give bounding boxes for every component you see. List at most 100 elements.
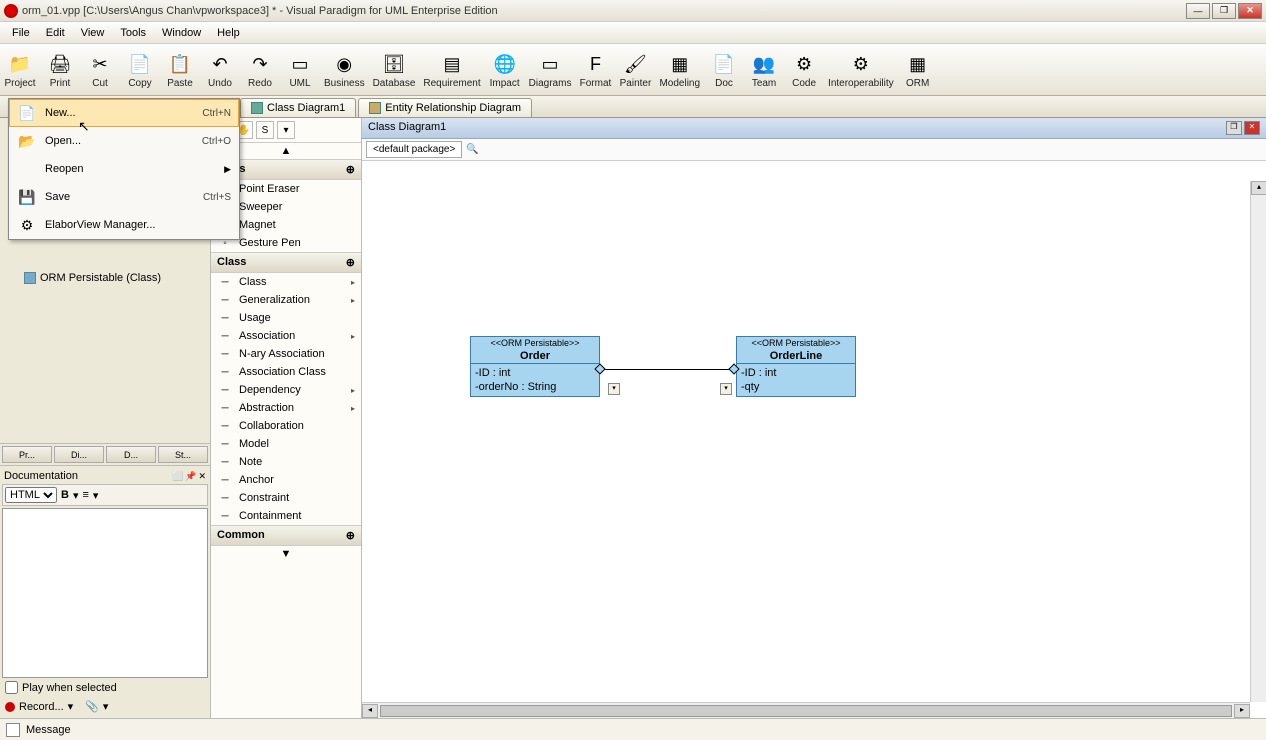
dropdown-icon[interactable]: ▾ [103, 700, 109, 713]
panel-tab-d[interactable]: D... [106, 446, 156, 463]
menu-edit[interactable]: Edit [38, 24, 73, 42]
toolbar-uml-button[interactable]: ▭UML [280, 44, 320, 95]
scroll-right-button[interactable]: ▸ [1234, 704, 1250, 718]
menu-item-label: Reopen [45, 163, 224, 175]
doc-format-select[interactable]: HTML [5, 487, 57, 503]
tree-item[interactable]: ORM Persistable (Class) [0, 270, 210, 286]
dropdown-icon[interactable]: ▾ [93, 489, 99, 502]
toolbar-doc-button[interactable]: 📄Doc [704, 44, 744, 95]
toolbar-diagrams-button[interactable]: ▭Diagrams [525, 44, 576, 95]
panel-tab-project[interactable]: Pr... [2, 446, 52, 463]
file-menu-new[interactable]: 📄 New... Ctrl+N [9, 99, 239, 127]
palette-usage[interactable]: ─Usage [211, 309, 361, 327]
toolbar-interoperability-button[interactable]: ⚙Interoperability [824, 44, 898, 95]
toolbar-requirement-button[interactable]: ▤Requirement [419, 44, 484, 95]
minimize-button[interactable]: — [1186, 3, 1210, 19]
panel-close-icon[interactable]: ✕ [198, 471, 206, 482]
expand-attrs-icon[interactable]: ▾ [608, 383, 620, 395]
panel-pin-icon[interactable]: ⬜ [172, 471, 183, 482]
toolbar-painter-button[interactable]: 🖌Painter [615, 44, 655, 95]
palette-class[interactable]: ─Class▸ [211, 273, 361, 291]
palette-constraint[interactable]: ─Constraint [211, 489, 361, 507]
file-menu-open[interactable]: 📂 Open... Ctrl+O [9, 127, 239, 155]
toolbar-business-button[interactable]: ◉Business [320, 44, 369, 95]
scroll-left-button[interactable]: ◂ [362, 704, 378, 718]
message-icon[interactable] [6, 723, 20, 737]
toolbar-print-button[interactable]: 🖨Print [40, 44, 80, 95]
toolbar-modeling-button[interactable]: ▦Modeling [655, 44, 704, 95]
canvas-close-button[interactable]: ✕ [1244, 121, 1260, 135]
file-menu-save[interactable]: 💾 Save Ctrl+S [9, 183, 239, 211]
toolbar-format-button[interactable]: FFormat [575, 44, 615, 95]
close-button[interactable]: ✕ [1238, 3, 1262, 19]
palette-model[interactable]: ─Model [211, 435, 361, 453]
toolbar-redo-button[interactable]: ↷Redo [240, 44, 280, 95]
file-menu-reopen[interactable]: Reopen ▶ [9, 155, 239, 183]
toolbar-team-button[interactable]: 👥Team [744, 44, 784, 95]
palette-note[interactable]: ─Note [211, 453, 361, 471]
panel-tab-st[interactable]: St... [158, 446, 208, 463]
tab-class-diagram[interactable]: Class Diagram1 [240, 98, 356, 117]
palette-anchor[interactable]: ─Anchor [211, 471, 361, 489]
palette-association-class[interactable]: ─Association Class [211, 363, 361, 381]
association-link[interactable] [600, 369, 736, 370]
palette-collaboration[interactable]: ─Collaboration [211, 417, 361, 435]
vertical-scrollbar[interactable]: ▴ [1250, 181, 1266, 702]
panel-pin-icon[interactable]: 📌 [185, 471, 196, 482]
record-label[interactable]: Record... [19, 701, 64, 713]
documentation-textarea[interactable] [2, 508, 208, 678]
file-menu-elaborviewmanager[interactable]: ⚙ ElaborView Manager... [9, 211, 239, 239]
scroll-up-button[interactable]: ▴ [1251, 181, 1266, 195]
palette-header-label: Class [217, 256, 246, 269]
uml-class-orderline[interactable]: <<ORM Persistable>> OrderLine -ID : int … [736, 336, 856, 397]
menu-file[interactable]: File [4, 24, 38, 42]
scroll-thumb[interactable] [380, 705, 1232, 717]
package-breadcrumb[interactable]: <default package> [366, 141, 462, 158]
toolbar-impact-button[interactable]: 🌐Impact [485, 44, 525, 95]
diagram-canvas[interactable]: <<ORM Persistable>> Order -ID : int -ord… [362, 161, 1266, 718]
play-checkbox[interactable] [5, 681, 18, 694]
expand-icon[interactable]: ⊕ [346, 256, 355, 269]
palette-common-header[interactable]: Common ⊕ [211, 525, 361, 546]
palette-n-ary-association[interactable]: ─N-ary Association [211, 345, 361, 363]
list-button[interactable]: ≡ [82, 489, 88, 501]
toolbar-paste-button[interactable]: 📋Paste [160, 44, 200, 95]
palette-dependency[interactable]: ─Dependency▸ [211, 381, 361, 399]
uml-class-order[interactable]: <<ORM Persistable>> Order -ID : int -ord… [470, 336, 600, 397]
expand-icon[interactable]: ⊕ [346, 163, 355, 176]
toolbar-orm-button[interactable]: ▦ORM [898, 44, 938, 95]
dropdown-icon[interactable]: ▾ [277, 121, 295, 139]
palette-association[interactable]: ─Association▸ [211, 327, 361, 345]
toolbar-project-button[interactable]: 📁Project [0, 44, 40, 95]
menu-view[interactable]: View [73, 24, 113, 42]
stereotype: <<ORM Persistable>> [737, 337, 855, 349]
down-arrow-icon[interactable]: ▼ [281, 548, 292, 560]
palette-class-header[interactable]: Class ⊕ [211, 252, 361, 273]
menu-help[interactable]: Help [209, 24, 248, 42]
tab-er-diagram[interactable]: Entity Relationship Diagram [358, 98, 532, 117]
bold-button[interactable]: B [61, 489, 69, 501]
palette-generalization[interactable]: ─Generalization▸ [211, 291, 361, 309]
menu-window[interactable]: Window [154, 24, 209, 42]
expand-attrs-icon[interactable]: ▾ [720, 383, 732, 395]
attach-icon[interactable]: 📎 [85, 700, 99, 713]
redo-icon: ↷ [246, 50, 274, 78]
toolbar-copy-button[interactable]: 📄Copy [120, 44, 160, 95]
toolbar-database-button[interactable]: 🗄Database [369, 44, 420, 95]
canvas-maximize-button[interactable]: ❐ [1226, 121, 1242, 135]
search-icon[interactable]: 🔍 [466, 144, 478, 155]
toolbar-cut-button[interactable]: ✂Cut [80, 44, 120, 95]
panel-tab-diagram[interactable]: Di... [54, 446, 104, 463]
palette-abstraction[interactable]: ─Abstraction▸ [211, 399, 361, 417]
palette-containment[interactable]: ─Containment [211, 507, 361, 525]
dropdown-icon[interactable]: ▾ [68, 700, 74, 713]
dropdown-icon[interactable]: ▾ [73, 489, 79, 502]
menu-tools[interactable]: Tools [112, 24, 154, 42]
toolbar-undo-button[interactable]: ↶Undo [200, 44, 240, 95]
up-arrow-icon[interactable]: ▲ [281, 145, 292, 157]
maximize-button[interactable]: ❐ [1212, 3, 1236, 19]
horizontal-scrollbar[interactable]: ◂ ▸ [362, 702, 1250, 718]
expand-icon[interactable]: ⊕ [346, 529, 355, 542]
toolbar-code-button[interactable]: ⚙Code [784, 44, 824, 95]
s-icon[interactable]: S [256, 121, 274, 139]
